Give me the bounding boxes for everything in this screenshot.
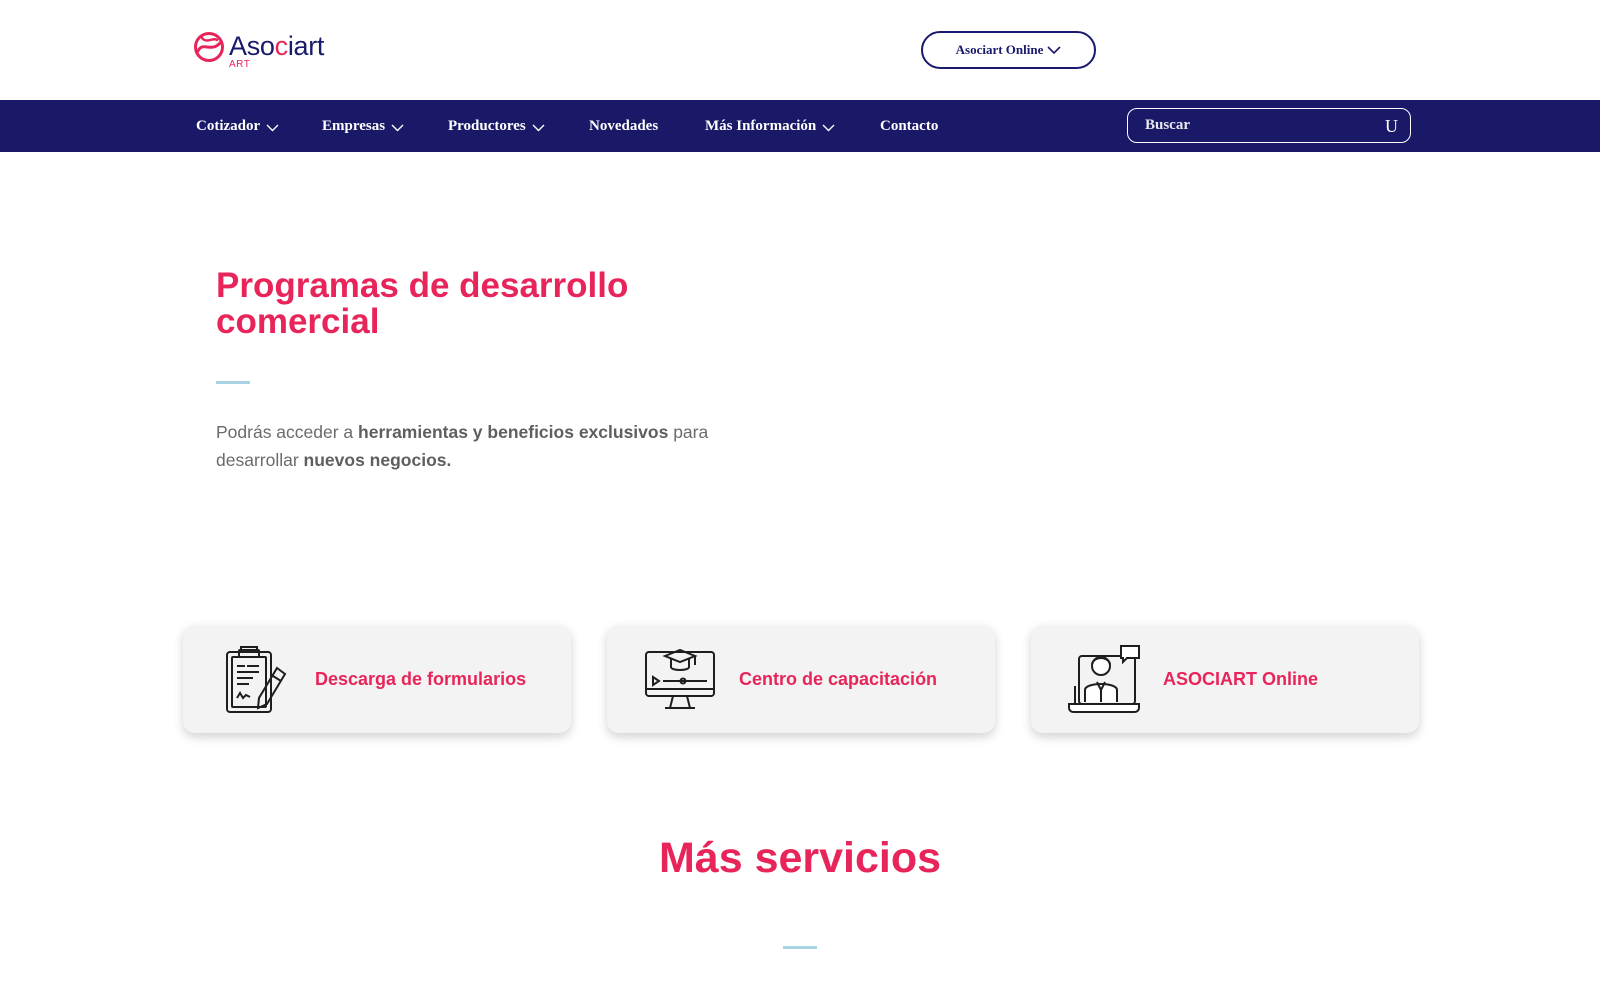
logo-text: Asociart ART [229,31,325,70]
more-services-title: Más servicios [658,834,942,882]
nav-item-label: Cotizador [196,117,261,134]
nav-item-label: Productores [448,117,526,134]
card-asociart-online[interactable]: ASOCIART Online [1031,625,1419,733]
hero-description: Podrás acceder a herramientas y benefici… [216,422,709,470]
nav-item-label: Más Información [705,117,817,134]
asociart-online-label: Asociart Online [955,42,1044,57]
logo-name: Asociart [229,31,325,61]
nav-item-label: Novedades [589,117,659,134]
chevron-down-icon [532,124,545,132]
card-label: Centro de capacitación [739,668,938,689]
online-training-monitor-icon [645,648,715,709]
card-centro-capacitacion[interactable]: Centro de capacitación [607,625,995,733]
more-services-divider [783,946,817,949]
chevron-down-icon [822,124,835,132]
card-label: ASOCIART Online [1163,668,1319,689]
nav-item-empresas[interactable]: Empresas [322,100,404,152]
logo-subtitle: ART [229,59,251,70]
nav-item-mas-informacion[interactable]: Más Información [705,100,835,152]
title-divider [216,381,250,384]
nav-item-cotizador[interactable]: Cotizador [196,100,279,152]
card-descarga-formularios[interactable]: Descarga de formularios [183,625,571,733]
nav-item-label: Contacto [880,117,939,134]
clipboard-form-icon [226,646,287,713]
chevron-down-icon [266,124,279,132]
search-icon[interactable]: U [1385,116,1398,137]
nav-item-productores[interactable]: Productores [448,100,545,152]
page-title: Programas de desarrollo comercial [216,266,629,341]
asociart-logo[interactable]: Asociart ART [193,31,325,70]
asociart-online-button[interactable]: Asociart Online [921,31,1096,69]
nav-item-label: Empresas [322,117,386,134]
chevron-down-icon [391,124,404,132]
main-navigation: Cotizador Empresas Productores Novedades… [0,100,1600,152]
nav-item-contacto[interactable]: Contacto [880,100,938,152]
chevron-down-icon [1047,46,1061,55]
card-label: Descarga de formularios [315,668,527,689]
search-box: U [1127,108,1411,143]
search-input[interactable] [1128,117,1368,134]
asociart-logo-icon [194,32,224,62]
nav-item-novedades[interactable]: Novedades [589,100,658,152]
online-consultant-icon [1068,645,1140,713]
top-header: Asociart ART Asociart Online [0,0,1600,100]
